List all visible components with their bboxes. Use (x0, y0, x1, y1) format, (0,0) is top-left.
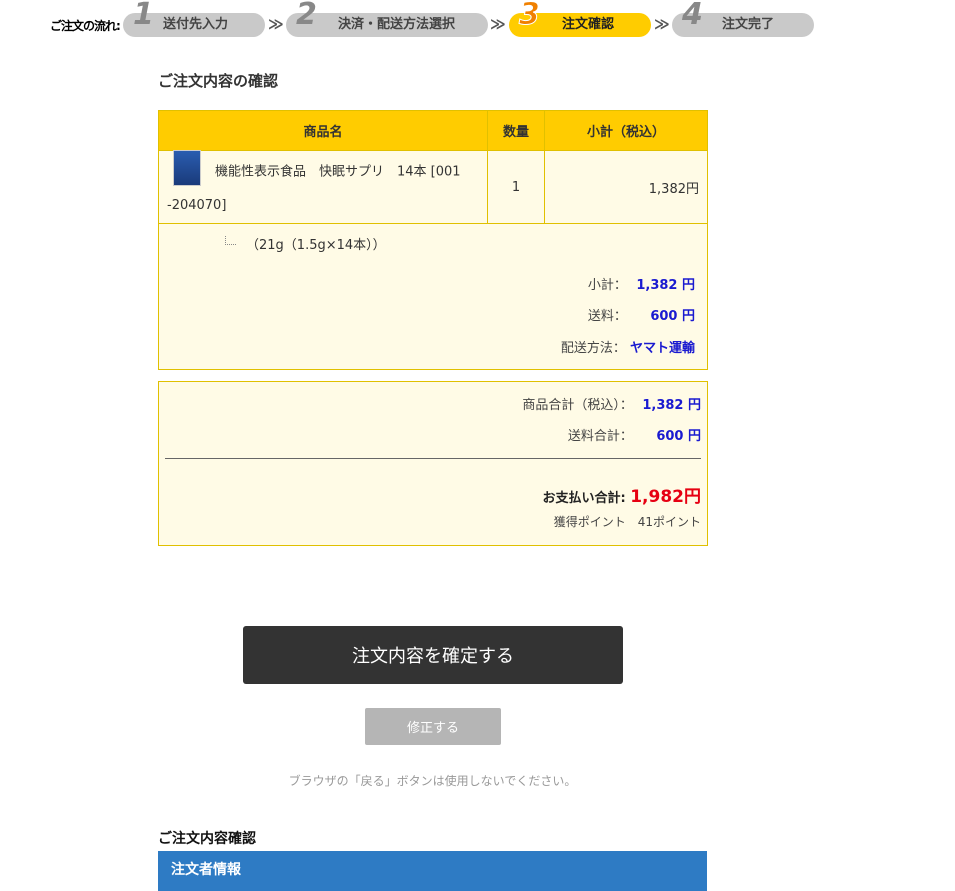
payment-total-label: お支払い合計: (542, 491, 626, 506)
page-title: ご注文内容の確認 (158, 72, 279, 90)
variant-label: （21g（1.5g×14本）） (246, 238, 386, 253)
step-3-active: 3 注文確認 (509, 0, 651, 37)
step-label: 送付先入力 (163, 17, 229, 32)
items-total-label: 商品合計（税込）： (522, 398, 633, 413)
step-number: 3 (519, 0, 541, 32)
edit-order-button[interactable]: 修正する (365, 708, 501, 745)
step-1: 1 送付先入力 (123, 0, 265, 37)
step-label: 注文完了 (722, 17, 775, 32)
back-button-notice: ブラウザの「戻る」ボタンは使用しないでください。 (288, 774, 577, 788)
price-cell: 1,382円 (544, 150, 708, 224)
header-product: 商品名 (158, 110, 488, 151)
steps-label: ご注文の流れ: (50, 19, 121, 33)
step-label: 注文確認 (562, 17, 615, 32)
shipping-row: 送料： 600 円 (588, 305, 695, 324)
quantity-cell: 1 (487, 150, 545, 224)
subtotal-row: 小計： 1,382 円 (588, 274, 695, 293)
items-total-row: 商品合計（税込）： 1,382 円 (522, 394, 701, 413)
step-arrow-icon: ≫ (654, 15, 670, 33)
delivery-method-row: 配送方法： ヤマト運輸 (561, 337, 695, 356)
payment-total-value: 1,982円 (630, 487, 701, 507)
subtotal-value: 1,382 円 (636, 278, 695, 293)
product-name[interactable]: 機能性表示食品 快眠サプリ 14本 [001 (215, 164, 461, 179)
shipping-value: 600 円 (650, 309, 695, 324)
step-number: 4 (682, 0, 703, 32)
shipping-label: 送料： (587, 309, 627, 324)
items-total-value: 1,382 円 (642, 398, 701, 413)
order-steps: ご注文の流れ: 1 送付先入力 ≫ 2 決済・配送方法選択 ≫ 3 注文確認 ≫… (50, 0, 830, 43)
step-2: 2 決済・配送方法選択 (286, 0, 488, 37)
divider (165, 458, 701, 459)
variant-row: （21g（1.5g×14本）） (158, 223, 708, 264)
cart-table: 商品名 数量 小計（税込） 機能性表示食品 快眠サプリ 14本 [001 -20… (158, 110, 708, 264)
step-arrow-icon: ≫ (268, 15, 284, 33)
product-code: -204070] (167, 197, 227, 213)
confirm-order-button[interactable]: 注文内容を確定する (243, 626, 623, 684)
header-subtotal: 小計（税込） (544, 110, 708, 151)
shipping-total-row: 送料合計： 600 円 (568, 425, 701, 444)
product-thumbnail[interactable] (173, 149, 201, 186)
payment-total: お支払い合計: 1,982円 (542, 482, 701, 507)
order-confirmation-title: ご注文内容確認 (158, 831, 256, 847)
shipping-total-value: 600 円 (656, 429, 701, 444)
step-4: 4 注文完了 (672, 0, 814, 37)
delivery-method-label: 配送方法： (560, 341, 626, 356)
shipping-summary: 小計： 1,382 円 送料： 600 円 配送方法： ヤマト運輸 (158, 262, 708, 370)
variant-cell: （21g（1.5g×14本）） (158, 223, 708, 264)
shipping-total-label: 送料合計： (567, 429, 633, 444)
step-number: 1 (133, 0, 154, 32)
subtotal-label: 小計： (587, 278, 627, 293)
earned-points: 獲得ポイント 41ポイント (553, 515, 701, 529)
step-number: 2 (296, 0, 317, 32)
payment-summary: 商品合計（税込）： 1,382 円 送料合計： 600 円 お支払い合計: 1,… (158, 381, 708, 546)
branch-icon (225, 236, 236, 245)
header-quantity: 数量 (487, 110, 545, 151)
step-label: 決済・配送方法選択 (338, 17, 456, 32)
table-row: 機能性表示食品 快眠サプリ 14本 [001 -204070] 1 1,382円 (158, 149, 708, 224)
product-cell: 機能性表示食品 快眠サプリ 14本 [001 -204070] (158, 149, 488, 224)
step-arrow-icon: ≫ (490, 15, 506, 33)
delivery-method-value: ヤマト運輸 (629, 341, 695, 356)
orderer-info-header: 注文者情報 (158, 851, 707, 891)
